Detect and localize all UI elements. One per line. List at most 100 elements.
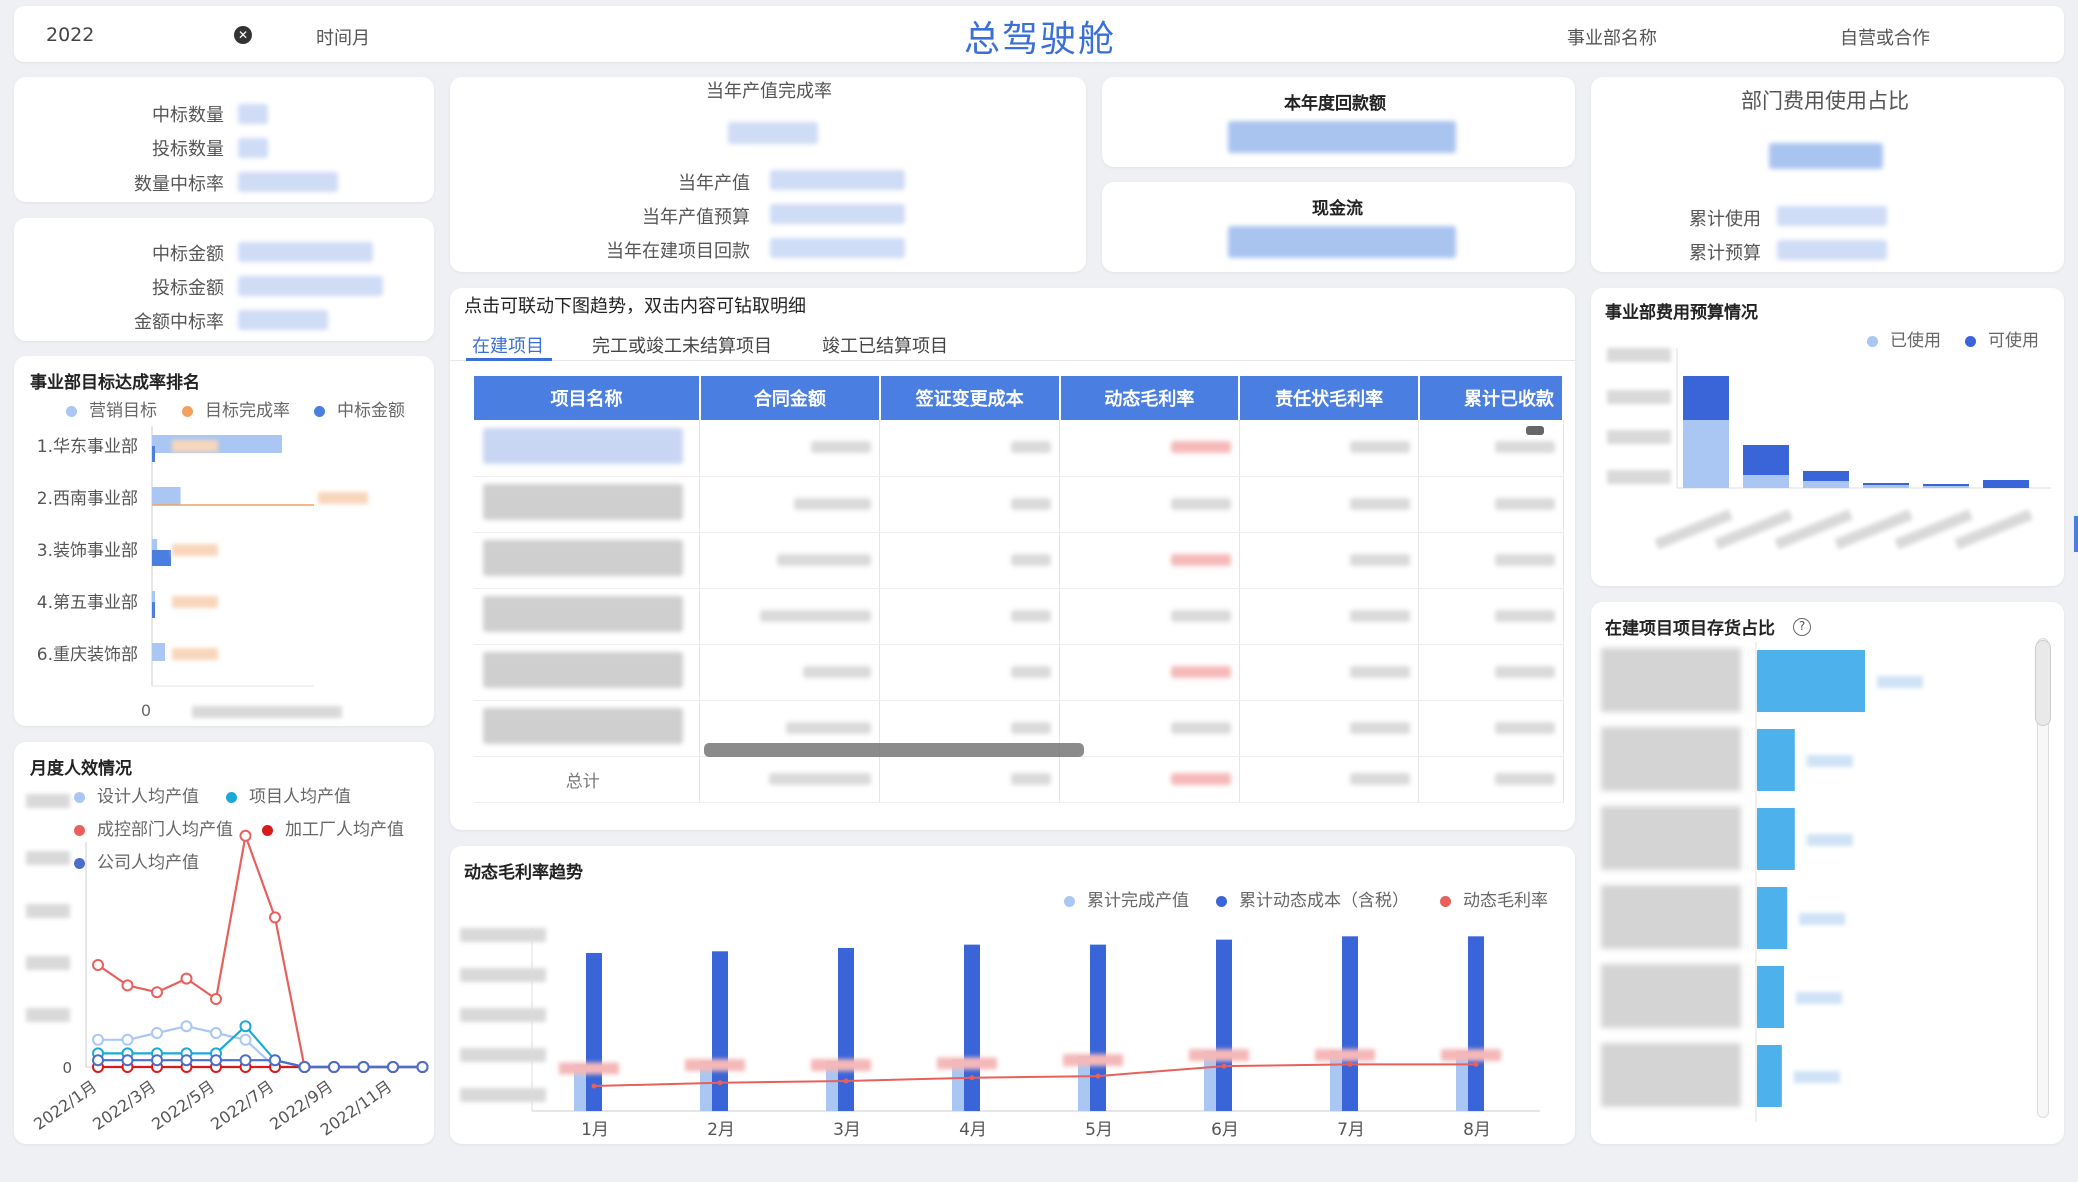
- clear-icon[interactable]: ✕: [234, 26, 252, 44]
- table-cell[interactable]: [879, 532, 1060, 589]
- count-win-rate-label: 数量中标率: [134, 174, 224, 195]
- output-completion-title: 当年产值完成率: [706, 81, 832, 102]
- inventory-scroll-thumb[interactable]: [2035, 640, 2051, 726]
- table-cell[interactable]: [1239, 532, 1420, 589]
- operation-mode-filter[interactable]: 自营或合作: [1840, 24, 1930, 50]
- table-cell[interactable]: [699, 588, 881, 645]
- col-accumulated-received[interactable]: 累计已收款: [1418, 376, 1564, 420]
- margin-rate-point: [1473, 1061, 1479, 1067]
- margin-data-label-blurred: [937, 1057, 997, 1070]
- table-cell[interactable]: [879, 588, 1060, 645]
- inventory-value-blurred: [1806, 834, 1853, 846]
- table-cell[interactable]: [474, 532, 701, 589]
- accumulated-use-value: [1777, 206, 1887, 226]
- table-cell[interactable]: [1059, 532, 1240, 589]
- table-cell[interactable]: [699, 476, 881, 533]
- dept-cost-rate: [1769, 143, 1883, 169]
- monthly-efficiency-chart[interactable]: 02022/1月2022/3月2022/5月2022/7月2022/9月2022…: [14, 742, 434, 1144]
- margin-data-label-blurred: [685, 1059, 745, 1072]
- table-cell[interactable]: [1059, 644, 1240, 701]
- table-cell[interactable]: [879, 756, 1060, 803]
- ranking-category-label: 6.重庆装饰部: [37, 645, 138, 665]
- table-cell[interactable]: [1059, 588, 1240, 645]
- tab-completed-unsettled[interactable]: 完工或竣工未结算项目: [592, 332, 772, 358]
- legend-target-rate[interactable]: 目标完成率: [182, 396, 290, 421]
- monthly-point: [239, 1033, 252, 1046]
- table-cell[interactable]: [1059, 700, 1240, 757]
- table-row[interactable]: [474, 420, 1564, 477]
- table-cell[interactable]: [699, 644, 881, 701]
- col-contract-amount[interactable]: 合同金额: [699, 376, 881, 420]
- col-visa-change-cost[interactable]: 签证变更成本: [879, 376, 1061, 420]
- tab-in-progress[interactable]: 在建项目: [472, 332, 544, 358]
- year-value: 2022: [46, 24, 95, 46]
- table-cell[interactable]: [1418, 756, 1564, 803]
- table-header-row: 项目名称 合同金额 签证变更成本 动态毛利率 责任状毛利率 累计已收款: [474, 376, 1564, 420]
- table-total-row[interactable]: 总计: [474, 756, 1564, 803]
- table-cell[interactable]: [474, 700, 701, 757]
- table-row[interactable]: [474, 532, 1564, 589]
- table-cell[interactable]: [474, 644, 701, 701]
- margin-trend-chart[interactable]: 1月 2月 3月 4月 5月 6月 7月 8月: [450, 846, 1575, 1144]
- table-cell[interactable]: [1239, 476, 1420, 533]
- table-cell[interactable]: [1239, 588, 1420, 645]
- year-filter[interactable]: 2022 ✕: [34, 14, 262, 54]
- project-name-blurred: [482, 484, 683, 520]
- monthly-y-zero-label: 0: [62, 1059, 72, 1077]
- table-row[interactable]: [474, 644, 1564, 701]
- budget-chart[interactable]: [1591, 288, 2064, 586]
- monthly-point: [328, 1061, 340, 1073]
- ranking-category-label: 1.华东事业部: [37, 437, 138, 457]
- table-cell[interactable]: [1239, 700, 1420, 757]
- monthly-x-label: 2022/3月: [89, 1077, 159, 1134]
- table-cell[interactable]: [1418, 532, 1564, 589]
- amount-win-rate-label: 金额中标率: [134, 312, 224, 333]
- table-cell[interactable]: [879, 476, 1060, 533]
- table-viewport[interactable]: 项目名称 合同金额 签证变更成本 动态毛利率 责任状毛利率 累计已收款 总计: [474, 376, 1564, 816]
- cell-value-blurred: [794, 497, 872, 510]
- table-cell[interactable]: [1059, 420, 1240, 477]
- table-cell[interactable]: [1239, 756, 1420, 803]
- table-cell[interactable]: [699, 420, 881, 477]
- table-row[interactable]: [474, 588, 1564, 645]
- table-cell[interactable]: [1418, 700, 1564, 757]
- inventory-bar: [1757, 887, 1788, 949]
- monthly-point: [180, 972, 193, 985]
- time-month-filter[interactable]: 时间月: [316, 24, 370, 50]
- cashflow-card: 现金流: [1102, 182, 1575, 272]
- monthly-point: [121, 979, 134, 992]
- table-cell[interactable]: [699, 532, 881, 589]
- horizontal-scrollbar[interactable]: [704, 743, 1084, 757]
- vertical-scrollbar[interactable]: [1526, 426, 1544, 435]
- legend-marketing-target[interactable]: 营销目标: [66, 396, 157, 421]
- table-cell[interactable]: [1418, 644, 1564, 701]
- inventory-chart[interactable]: [1591, 602, 2064, 1144]
- table-cell[interactable]: [1418, 476, 1564, 533]
- table-row[interactable]: [474, 476, 1564, 533]
- table-cell[interactable]: [1239, 420, 1420, 477]
- table-cell[interactable]: [879, 420, 1060, 477]
- table-cell[interactable]: [1239, 644, 1420, 701]
- margin-rate-point: [1221, 1063, 1227, 1069]
- table-cell[interactable]: [1059, 476, 1240, 533]
- margin-rate-point: [843, 1078, 849, 1084]
- table-cell[interactable]: 总计: [474, 756, 701, 803]
- col-project-name[interactable]: 项目名称: [474, 376, 701, 420]
- ranking-chart[interactable]: 1.华东事业部 2.西南事业部 3.装饰事业部 4.第五事业部 6.重庆装饰部 0: [14, 426, 434, 726]
- table-cell[interactable]: [474, 588, 701, 645]
- monthly-point: [298, 1061, 311, 1073]
- table-cell[interactable]: [879, 644, 1060, 701]
- col-responsibility-margin[interactable]: 责任状毛利率: [1239, 376, 1420, 420]
- table-cell[interactable]: [474, 476, 701, 533]
- dept-name-filter[interactable]: 事业部名称: [1567, 24, 1657, 50]
- table-cell[interactable]: [699, 756, 881, 803]
- table-cell[interactable]: [1059, 756, 1240, 803]
- table-cell[interactable]: [474, 420, 701, 477]
- col-dynamic-margin[interactable]: 动态毛利率: [1059, 376, 1241, 420]
- table-cell[interactable]: [1418, 588, 1564, 645]
- tab-completed-settled[interactable]: 竣工已结算项目: [822, 332, 948, 358]
- cell-value-blurred: [1170, 609, 1231, 622]
- legend-bid-amount[interactable]: 中标金额: [314, 396, 405, 421]
- margin-x-label: 5月: [1085, 1120, 1113, 1140]
- cell-value-blurred: [1011, 772, 1051, 785]
